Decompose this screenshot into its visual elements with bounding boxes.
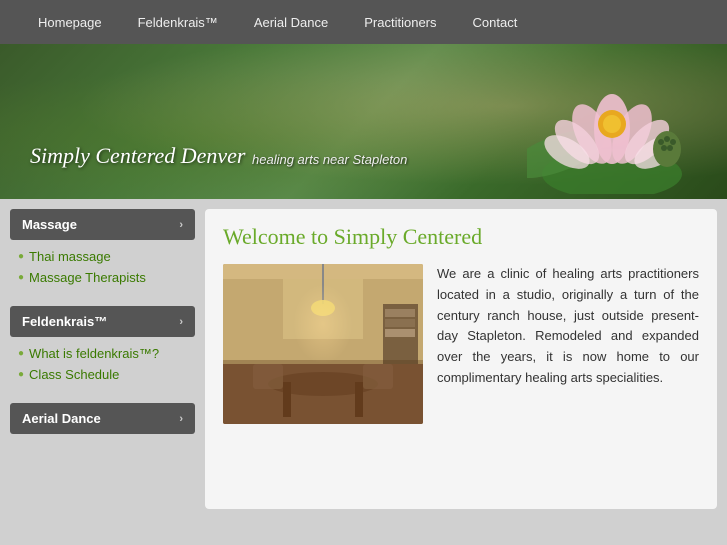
nav-item-homepage[interactable]: Homepage: [20, 0, 120, 44]
nav-item-aerial-dance[interactable]: Aerial Dance: [236, 0, 346, 44]
content-description: We are a clinic of healing arts practiti…: [437, 264, 699, 424]
hero-subtitle: healing arts near Stapleton: [252, 152, 407, 167]
sidebar-links-massage: ● Thai massage ● Massage Therapists: [10, 240, 195, 298]
main-layout: Massage › ● Thai massage ● Massage Therapists…: [0, 199, 727, 519]
sidebar-section-label-massage: Massage: [22, 217, 77, 232]
sidebar-section-massage[interactable]: Massage ›: [10, 209, 195, 240]
sidebar: Massage › ● Thai massage ● Massage Therapists…: [10, 209, 195, 509]
list-item: ● Massage Therapists: [18, 267, 195, 288]
sidebar-link-massage-therapists[interactable]: Massage Therapists: [29, 270, 146, 285]
lotus-flower-icon: [527, 54, 697, 194]
nav-item-practitioners[interactable]: Practitioners: [346, 0, 454, 44]
sidebar-link-what-is-feldenkrais[interactable]: What is feldenkrais™?: [29, 346, 159, 361]
sidebar-link-class-schedule[interactable]: Class Schedule: [29, 367, 119, 382]
nav-item-feldenkrais[interactable]: Feldenkrais™: [120, 0, 236, 44]
chevron-right-icon: ›: [179, 219, 183, 231]
spacer: [10, 298, 195, 306]
content-area: Welcome to Simply Centered: [205, 209, 717, 509]
hero-title: Simply Centered Denver: [30, 143, 245, 169]
hero-banner: Simply Centered Denver healing arts near…: [0, 44, 727, 199]
sidebar-links-feldenkrais: ● What is feldenkrais™? ● Class Schedule: [10, 337, 195, 395]
spacer: [10, 434, 195, 442]
list-item: ● Thai massage: [18, 246, 195, 267]
bullet-icon: ●: [18, 369, 24, 380]
bullet-icon: ●: [18, 272, 24, 283]
sidebar-link-thai-massage[interactable]: Thai massage: [29, 249, 111, 264]
navigation: HomepageFeldenkrais™Aerial DancePractiti…: [0, 0, 727, 44]
nav-item-contact[interactable]: Contact: [455, 0, 536, 44]
content-body: We are a clinic of healing arts practiti…: [223, 264, 699, 424]
chevron-right-icon: ›: [179, 316, 183, 328]
bullet-icon: ●: [18, 348, 24, 359]
list-item: ● Class Schedule: [18, 364, 195, 385]
chevron-right-icon: ›: [179, 413, 183, 425]
list-item: ● What is feldenkrais™?: [18, 343, 195, 364]
sidebar-section-feldenkrais[interactable]: Feldenkrais™ ›: [10, 306, 195, 337]
bullet-icon: ●: [18, 251, 24, 262]
interior-photo: [223, 264, 423, 424]
sidebar-section-aerial[interactable]: Aerial Dance ›: [10, 403, 195, 434]
spacer: [10, 395, 195, 403]
content-title: Welcome to Simply Centered: [223, 224, 699, 250]
sidebar-section-label-feldenkrais: Feldenkrais™: [22, 314, 107, 329]
sidebar-section-label-aerial: Aerial Dance: [22, 411, 101, 426]
